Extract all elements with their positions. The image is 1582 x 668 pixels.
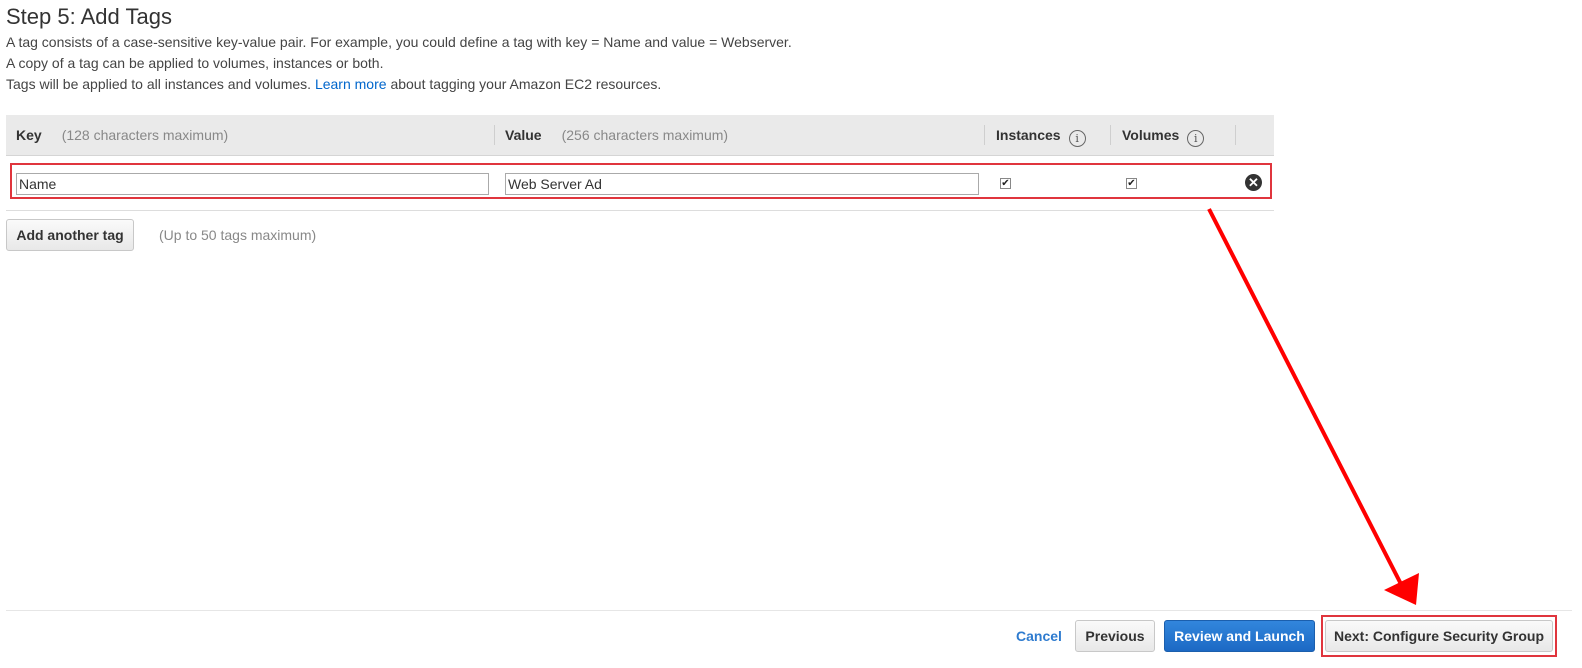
footer-divider (6, 610, 1572, 611)
review-and-launch-button[interactable]: Review and Launch (1164, 620, 1315, 652)
previous-button[interactable]: Previous (1075, 620, 1155, 652)
cancel-link[interactable]: Cancel (1016, 628, 1062, 644)
red-arrow-annotation (1207, 208, 1419, 605)
next-configure-security-group-button[interactable]: Next: Configure Security Group (1325, 620, 1553, 652)
